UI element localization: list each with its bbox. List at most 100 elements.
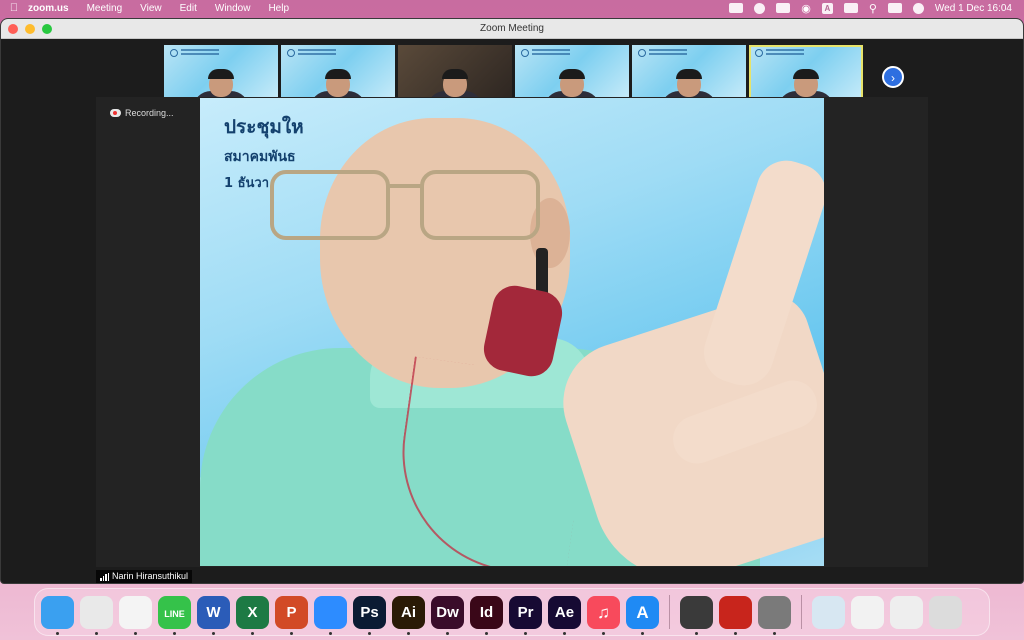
cloud-recording-icon: [110, 109, 121, 117]
zoom-icon[interactable]: [314, 595, 347, 635]
close-window-button[interactable]: [8, 24, 18, 34]
line-icon[interactable]: LINE: [158, 595, 191, 635]
running-indicator: [773, 631, 776, 635]
wifi-icon[interactable]: ◉: [801, 2, 811, 15]
slide-banner: [755, 49, 811, 59]
zoom-status-icon[interactable]: [729, 3, 744, 13]
after-effects-icon[interactable]: Ae: [548, 595, 581, 635]
running-indicator: [212, 631, 215, 635]
document-thumb-2-icon[interactable]: [851, 595, 884, 629]
indesign-icon[interactable]: Id: [470, 595, 503, 635]
window-titlebar: Zoom Meeting: [1, 19, 1023, 39]
document-thumb-3-icon[interactable]: [890, 595, 923, 629]
excel-icon[interactable]: X: [236, 595, 269, 635]
menu-app-name[interactable]: zoom.us: [28, 3, 69, 14]
dock-separator: [801, 595, 802, 629]
menu-help[interactable]: Help: [268, 3, 289, 14]
window-title: Zoom Meeting: [480, 23, 544, 34]
control-center-icon[interactable]: [887, 3, 902, 13]
running-indicator: [56, 631, 59, 635]
apple-menu-icon[interactable]: : [0, 2, 28, 14]
music-icon[interactable]: ♫: [587, 595, 620, 635]
participant-hair: [793, 69, 819, 79]
active-speaker-video: ประชุมให สมาคมพันธ 1 ธันวา: [200, 98, 824, 566]
menu-view[interactable]: View: [140, 3, 162, 14]
app-store-icon[interactable]: A: [626, 595, 659, 635]
launchpad-icon[interactable]: [80, 595, 113, 635]
participant-hair: [559, 69, 585, 79]
creative-cloud-icon[interactable]: [754, 2, 766, 14]
running-indicator: [407, 631, 410, 635]
menubar-clock[interactable]: Wed 1 Dec 16:04: [935, 3, 1012, 14]
slide-title-line-1: ประชุมให: [224, 116, 304, 138]
finder-icon[interactable]: [41, 595, 74, 635]
fullscreen-window-button[interactable]: [42, 24, 52, 34]
running-indicator: [368, 631, 371, 635]
running-indicator: [524, 631, 527, 635]
running-indicator: [95, 631, 98, 635]
dock-app-label: Ps: [360, 603, 379, 621]
speaker-name-label: Narin Hiransuthikul: [96, 570, 193, 583]
battery-icon[interactable]: [776, 3, 791, 13]
menu-bar:  zoom.us Meeting View Edit Window Help …: [0, 0, 1024, 16]
dock-app-label: W: [206, 603, 221, 621]
dock-app-label: LINE: [164, 608, 185, 619]
dock-app-label: Ai: [401, 603, 416, 621]
acrobat-icon[interactable]: [719, 595, 752, 635]
running-indicator: [485, 631, 488, 635]
running-indicator: [446, 631, 449, 635]
quicktime-icon[interactable]: [680, 595, 713, 635]
running-indicator: [602, 631, 605, 635]
dock: LINE W X P Ps Ai Dw Id Pr Ae ♫ A: [34, 588, 990, 636]
speaker-name: Narin Hiransuthikul: [112, 571, 189, 581]
running-indicator: [734, 631, 737, 635]
menu-meeting[interactable]: Meeting: [87, 3, 123, 14]
dock-app-label: A: [636, 602, 649, 622]
dock-app-label: Dw: [436, 603, 459, 621]
recording-label: Recording...: [125, 108, 174, 118]
menu-window[interactable]: Window: [215, 3, 251, 14]
running-indicator: [134, 631, 137, 635]
dock-app-label: X: [247, 603, 258, 621]
powerpoint-icon[interactable]: P: [275, 595, 308, 635]
participant-hair: [676, 69, 702, 79]
dock-app-label: Ae: [554, 603, 575, 621]
slide-banner: [521, 49, 577, 59]
dreamweaver-icon[interactable]: Dw: [431, 595, 464, 635]
participant-hair: [208, 69, 234, 79]
running-indicator: [329, 631, 332, 635]
spotlight-search-icon[interactable]: ⚲: [869, 2, 877, 15]
document-thumb-1-icon[interactable]: [812, 595, 845, 629]
speaker-glasses: [270, 170, 540, 242]
system-preferences-icon[interactable]: [758, 595, 791, 635]
keyboard-icon[interactable]: [843, 3, 858, 13]
siri-icon[interactable]: [912, 2, 924, 14]
safari-icon[interactable]: [119, 595, 152, 635]
running-indicator: [251, 631, 254, 635]
running-indicator: [695, 631, 698, 635]
dock-app-label: P: [286, 603, 297, 621]
dock-app-label: ♫: [597, 602, 610, 622]
next-page-button[interactable]: ›: [882, 66, 904, 88]
running-indicator: [173, 631, 176, 635]
dock-app-label: Id: [479, 603, 494, 621]
recording-indicator[interactable]: Recording...: [110, 108, 174, 118]
running-indicator: [290, 631, 293, 635]
signal-strength-icon: [100, 572, 109, 581]
input-source-icon[interactable]: A: [821, 2, 833, 14]
running-indicator: [563, 631, 566, 635]
slide-banner: [638, 49, 694, 59]
dock-separator: [669, 595, 670, 629]
premiere-icon[interactable]: Pr: [509, 595, 542, 635]
dock-app-label: Pr: [517, 603, 534, 621]
word-icon[interactable]: W: [197, 595, 230, 635]
illustrator-icon[interactable]: Ai: [392, 595, 425, 635]
minimize-window-button[interactable]: [25, 24, 35, 34]
running-indicator: [641, 631, 644, 635]
participant-hair: [442, 69, 468, 79]
trash-icon[interactable]: [929, 595, 962, 629]
slide-title-line-2: สมาคมพันธ: [224, 149, 296, 165]
photoshop-icon[interactable]: Ps: [353, 595, 386, 635]
slide-banner: [170, 49, 226, 59]
menu-edit[interactable]: Edit: [180, 3, 197, 14]
